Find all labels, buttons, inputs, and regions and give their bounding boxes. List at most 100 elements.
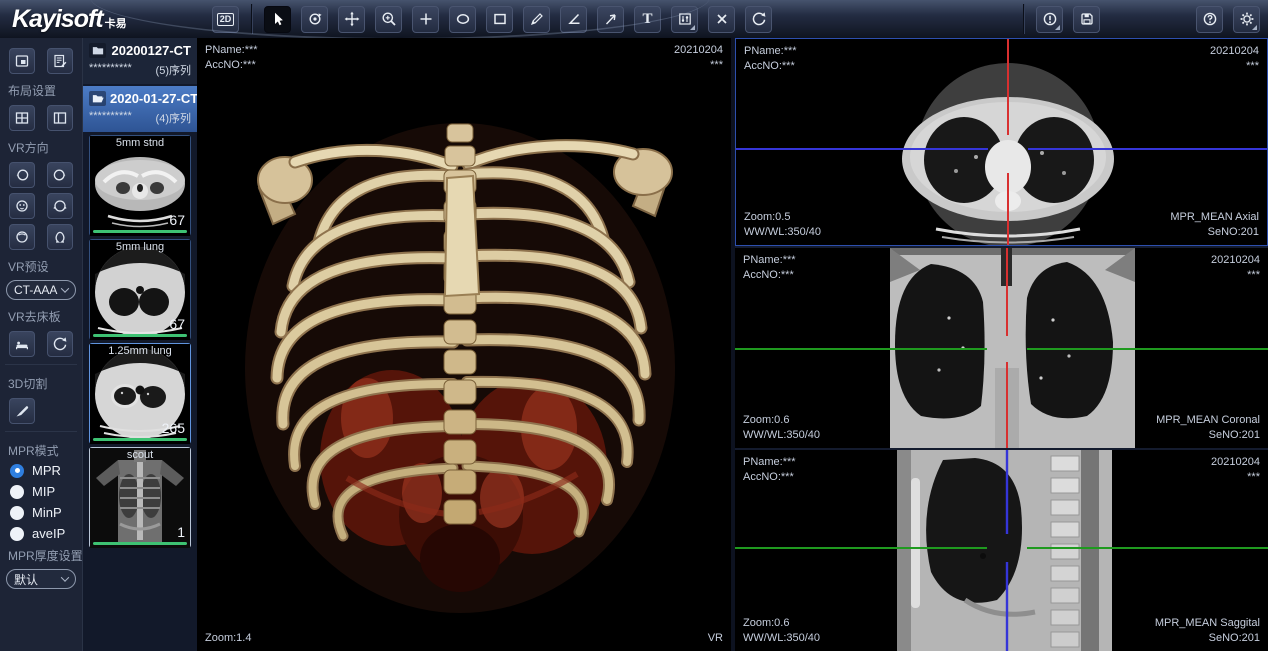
report-button[interactable] [1036,6,1063,33]
tool-pencil-measure-button[interactable] [523,6,550,33]
mpr-sagittal-viewport[interactable]: PName:*** AccNO:*** 20210204 *** Zoom:0.… [735,450,1268,651]
vr-view-left-button[interactable] [9,162,35,188]
coronal-seno: SeNO:201 [1156,428,1260,443]
face-front-icon [14,198,30,214]
tool-2d-mode-button[interactable]: 2D [212,6,239,33]
toolbar-separator [1023,4,1024,34]
thumbnail-image-count: 67 [169,212,185,228]
thumbnail-label: 5mm lung [90,241,190,253]
settings-gear-icon [1239,11,1255,27]
rotate-ccw-icon [52,336,68,352]
tool-pan-button[interactable] [338,6,365,33]
tool-text-annotation-button[interactable]: T [634,6,661,33]
tool-crosshair-button[interactable] [412,6,439,33]
coronal-zoom-overlay: Zoom:0.6 WW/WL:350/40 [743,413,820,443]
tool-arrow-annotation-button[interactable] [597,6,624,33]
series-thumbnail-5mm-lung[interactable]: 5mm lung 67 [89,239,191,340]
app-logo-text: Kayisoft [12,5,103,34]
radio-icon [10,527,24,541]
mpr-thickness-dropdown[interactable]: 默认 [6,569,76,589]
bed-removal-button[interactable] [9,331,35,357]
tool-cursor-button[interactable] [264,6,291,33]
mpr-mode-option-mpr[interactable]: MPR [0,460,82,481]
coronal-study-overlay: 20210204 *** [1211,253,1260,283]
sagittal-wwwl: WW/WL:350/40 [743,631,820,646]
vr-view-superior-button[interactable] [9,224,35,250]
axial-zoom-overlay: Zoom:0.5 WW/WL:350/40 [744,210,821,240]
vr-ribcage-render [197,38,731,651]
mpr-mode-option-label: MinP [32,505,62,520]
save-button[interactable] [1073,6,1100,33]
ellipse-icon [455,11,471,27]
series-thumbnail-125mm-lung[interactable]: 1.25mm lung 265 [89,343,191,444]
vr-date: 20210204 [674,43,723,58]
vr-type-overlay: VR [708,631,723,646]
help-icon [1202,11,1218,27]
cine-scroll-icon [307,11,323,27]
vr-preset-dropdown[interactable]: CT-AAA [6,280,76,300]
axial-date: 20210204 [1210,44,1259,59]
settings-button[interactable] [1233,6,1260,33]
mpr-axial-viewport[interactable]: PName:*** AccNO:*** 20210204 *** Zoom:0.… [735,38,1268,246]
study-title: 20200127-CT [110,43,191,58]
tool-rect-roi-button[interactable] [486,6,513,33]
series-thumbnail-scout[interactable]: scout 1 [89,447,191,548]
thumbnail-progress-bar [93,438,187,441]
zoom-icon [381,11,397,27]
help-button[interactable] [1196,6,1223,33]
thumbnail-label: 5mm stnd [90,137,190,149]
mpr-coronal-viewport[interactable]: PName:*** AccNO:*** 20210204 *** Zoom:0.… [735,246,1268,450]
thumbnail-progress-bar [93,334,187,337]
mpr-mode-label: MPR模式 [0,439,82,460]
bed-removal-reset-button[interactable] [47,331,73,357]
axial-study-overlay: 20210204 *** [1210,44,1259,74]
study-title: 2020-01-27-CT [110,91,198,106]
mpr-mode-option-mip[interactable]: MIP [0,481,82,502]
tool-reset-view-button[interactable] [745,6,772,33]
tool-window-level-button[interactable] [671,6,698,33]
app-header: Kayisoft 卡易 2D [0,0,1268,38]
sagittal-seno: SeNO:201 [1155,631,1260,646]
vr-preset-value: CT-AAA [14,283,57,297]
rectangle-icon [492,11,508,27]
thumbnail-progress-bar [93,542,187,545]
vr-view-anterior-button[interactable] [9,193,35,219]
tool-delete-annotation-button[interactable] [708,6,735,33]
vr-view-right-button[interactable] [47,162,73,188]
layout-window-button[interactable] [9,48,35,74]
coronal-pname: PName:*** [743,253,796,268]
angle-icon [566,11,582,27]
sidebar-divider [5,364,77,365]
axial-patient-overlay: PName:*** AccNO:*** [744,44,797,74]
control-sidebar: 布局设置 VR方向 [0,38,83,651]
study-patient: ********** [89,110,132,126]
toolbar-separator [251,4,252,34]
tool-angle-measure-button[interactable] [560,6,587,33]
sagittal-type: MPR_MEAN Saggital [1155,616,1260,631]
layout-grid-2x2-button[interactable] [9,105,35,131]
coronal-patient-overlay: PName:*** AccNO:*** [743,253,796,283]
vr-view-posterior-button[interactable] [47,193,73,219]
app-logo: Kayisoft 卡易 [0,5,165,34]
vr-viewport[interactable]: PName:*** AccNO:*** 20210204 *** Zoom:1.… [197,38,731,651]
vr-direction-label: VR方向 [0,136,82,157]
vr-view-inferior-button[interactable] [47,224,73,250]
study-series-count: (5)序列 [156,62,191,78]
vr-accno: AccNO:*** [205,58,258,73]
tool-ellipse-roi-button[interactable] [449,6,476,33]
sagittal-accno: AccNO:*** [743,470,796,485]
series-thumbnail-5mm-stnd[interactable]: 5mm stnd 67 [89,135,191,236]
tool-zoom-button[interactable] [375,6,402,33]
coronal-type-overlay: MPR_MEAN Coronal SeNO:201 [1156,413,1260,443]
report-edit-button[interactable] [47,48,73,74]
cut3d-scalpel-button[interactable] [9,398,35,424]
study-item-1[interactable]: 20200127-CT ********** (5)序列 [83,38,197,84]
study-item-2-selected[interactable]: 2020-01-27-CT ********** (4)序列 [83,86,197,132]
report-edit-icon [52,53,68,69]
layout-split-button[interactable] [47,105,73,131]
mpr-mode-option-aveip[interactable]: aveIP [0,523,82,544]
mpr-mode-option-minp[interactable]: MinP [0,502,82,523]
report-info-icon [1042,11,1058,27]
head-bottom-icon [52,229,68,245]
tool-cine-scroll-button[interactable] [301,6,328,33]
